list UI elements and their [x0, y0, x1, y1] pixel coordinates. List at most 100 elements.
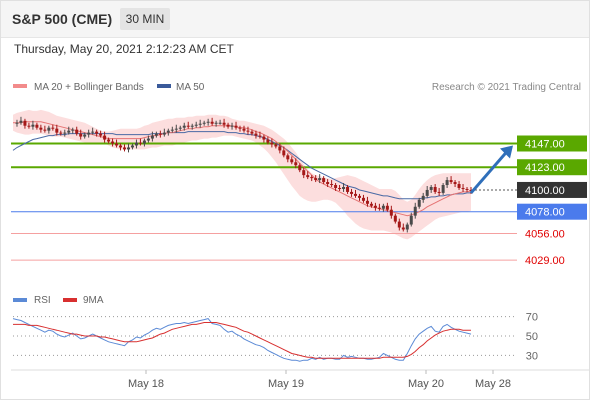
candle-body — [441, 185, 445, 193]
price-panel: 4147.00 4123.00 4100.00 4078.00 4056.00 4029.… — [11, 109, 587, 267]
candle-body — [111, 141, 115, 144]
candle-body — [166, 130, 170, 133]
candle-body — [286, 155, 290, 160]
candle-body — [158, 133, 162, 135]
candle-body — [461, 187, 465, 189]
timeframe-button[interactable]: 30 MIN — [120, 8, 170, 30]
candle-body — [314, 178, 318, 181]
candle-body — [194, 124, 198, 126]
candle-body — [35, 124, 39, 128]
candle-body — [59, 132, 63, 134]
candle-body — [449, 180, 453, 183]
candle-body — [346, 186, 350, 192]
candle-body — [31, 124, 35, 127]
candle-body — [202, 122, 206, 124]
candle-body — [55, 128, 59, 133]
candle-body — [150, 135, 154, 139]
candle-body — [107, 139, 111, 142]
candle-body — [186, 125, 190, 127]
header-bar: S&P 500 (CME) 30 MIN — [1, 1, 589, 38]
candle-body — [369, 203, 373, 206]
candle-body — [43, 129, 47, 131]
candle-body — [326, 182, 330, 185]
candle-body — [182, 125, 186, 128]
level-label-4100.00: 4100.00 — [525, 185, 565, 197]
candle-body — [254, 133, 258, 136]
candle-body — [222, 122, 226, 125]
rsi-panel: 70 50 30 — [12, 312, 538, 362]
rsi-line — [12, 318, 472, 362]
candle-body — [306, 175, 310, 178]
candle-body — [373, 205, 377, 208]
candle-body — [393, 215, 397, 222]
candle-body — [130, 145, 134, 148]
candle-body — [246, 130, 250, 132]
candle-body — [322, 178, 326, 183]
copyright-label: Research © 2021 Trading Central — [432, 82, 581, 93]
candle-body — [445, 180, 449, 186]
candle-body — [429, 186, 433, 190]
candle-body — [27, 125, 31, 127]
candle-body — [47, 127, 51, 131]
candle-body — [119, 145, 123, 148]
candle-body — [154, 133, 158, 136]
candle-body — [354, 193, 358, 196]
x-axis: May 18 May 19 May 20 May 28 — [128, 370, 511, 390]
candle-body — [242, 128, 246, 131]
candle-body — [357, 195, 361, 198]
candle-body — [214, 122, 218, 124]
projection-arrow-shaft — [469, 150, 509, 194]
candle-body — [278, 146, 282, 151]
candle-body — [342, 186, 346, 189]
chart-widget: S&P 500 (CME) 30 MIN Thursday, May 20, 2… — [0, 0, 590, 400]
candle-body — [250, 131, 254, 134]
candle-body — [270, 142, 274, 145]
candle-body — [409, 215, 413, 225]
x-label-may-19: May 19 — [268, 378, 304, 390]
candle-body — [174, 128, 178, 130]
x-label-may-18: May 18 — [128, 378, 164, 390]
candle-body — [218, 122, 222, 124]
candle-body — [389, 209, 393, 216]
candle-body — [95, 131, 99, 134]
candle-body — [75, 129, 79, 134]
candle-body — [79, 133, 83, 137]
ma50-legend-swatch — [157, 84, 171, 88]
candle-body — [63, 132, 67, 134]
candle-body — [465, 188, 469, 190]
candle-body — [401, 227, 405, 230]
candle-body — [51, 127, 55, 129]
candle-body — [71, 129, 75, 131]
candle-body — [361, 197, 365, 201]
candle-body — [290, 159, 294, 163]
candle-body — [433, 186, 437, 192]
candle-body — [405, 224, 409, 230]
candle-body — [87, 132, 91, 135]
candle-body — [142, 140, 146, 144]
candle-body — [234, 125, 238, 128]
x-label-may-28: May 28 — [475, 378, 511, 390]
candle-body — [210, 121, 214, 124]
candle-body — [377, 207, 381, 209]
candle-body — [230, 125, 234, 127]
candle-body — [226, 124, 230, 127]
candle-body — [67, 130, 71, 133]
candle-body — [91, 131, 95, 133]
candle-body — [318, 178, 322, 181]
candle-body — [397, 221, 401, 228]
candle-body — [123, 147, 127, 150]
candle-body — [350, 191, 354, 194]
candle-body — [334, 185, 338, 188]
ma9-legend-swatch — [63, 298, 77, 302]
level-label-4123.00: 4123.00 — [525, 162, 565, 174]
ma9-legend-label: 9MA — [83, 295, 104, 306]
candle-body — [134, 142, 138, 146]
candle-body — [39, 127, 43, 130]
candle-body — [310, 177, 314, 179]
candle-body — [15, 122, 19, 124]
candle-body — [178, 127, 182, 129]
level-label-4056.00: 4056.00 — [525, 228, 565, 240]
candle-body — [266, 139, 270, 143]
candle-body — [258, 135, 262, 137]
ma20-legend-swatch — [13, 84, 27, 88]
